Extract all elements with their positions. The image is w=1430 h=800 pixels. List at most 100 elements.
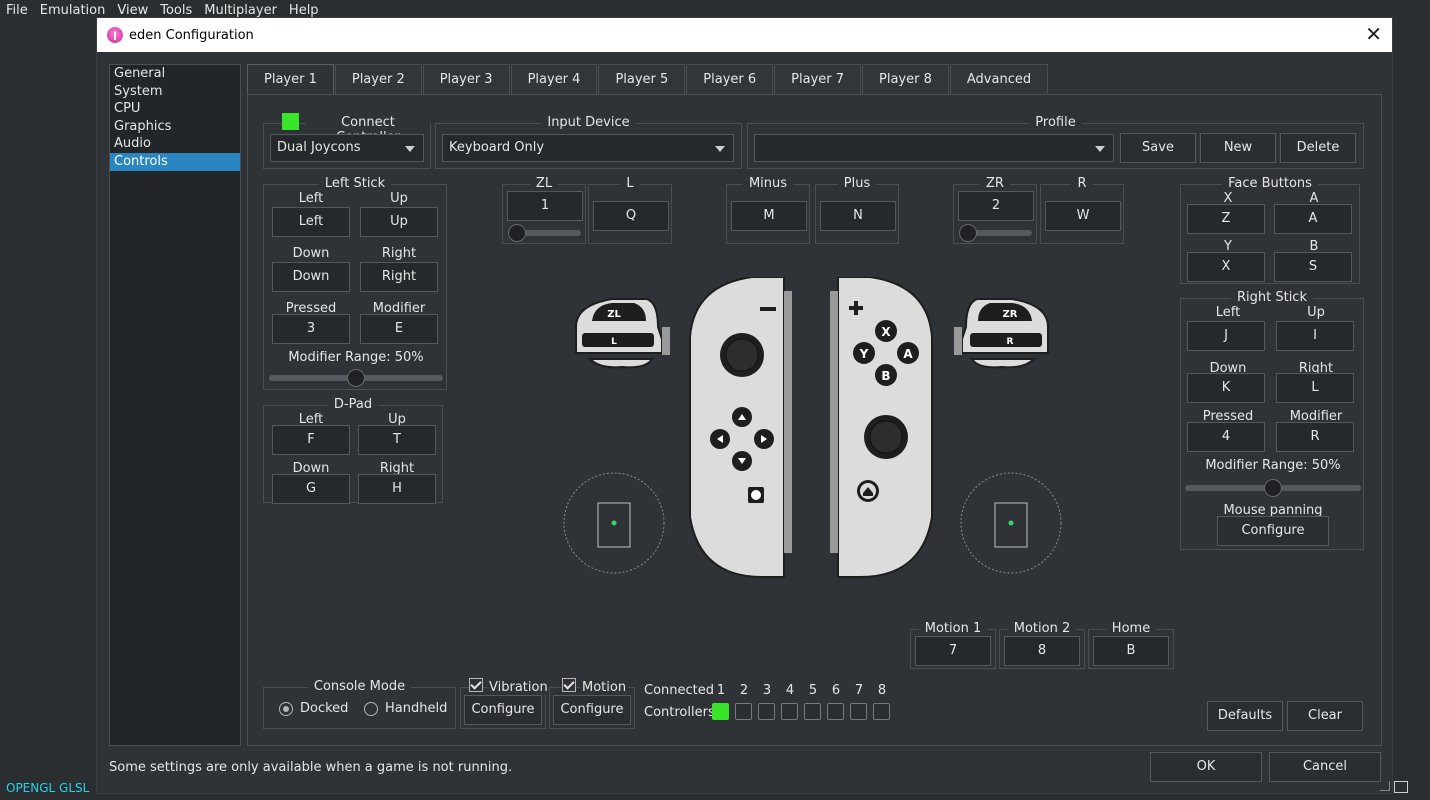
motion1-key[interactable]: 7 xyxy=(915,636,991,666)
zr-threshold-handle[interactable] xyxy=(959,224,977,242)
controller-led-2[interactable] xyxy=(735,703,752,720)
rs-up-key[interactable]: I xyxy=(1276,321,1354,351)
tab-advanced[interactable]: Advanced xyxy=(949,64,1049,94)
controller-led-3[interactable] xyxy=(758,703,775,720)
docked-label: Docked xyxy=(300,701,349,716)
joycon-diagram: ZL L ZR R X Y A B xyxy=(563,277,1062,578)
dpad-left-key[interactable]: F xyxy=(272,425,350,455)
vibration-configure-button[interactable]: Configure xyxy=(464,695,542,725)
input-device-select[interactable]: Keyboard Only xyxy=(442,134,734,162)
face-a-key[interactable]: A xyxy=(1274,204,1352,234)
ls-left-key[interactable]: Left xyxy=(272,207,350,237)
rs-down-key[interactable]: K xyxy=(1187,373,1265,403)
ls-down-key[interactable]: Down xyxy=(272,262,350,292)
profile-select[interactable] xyxy=(754,134,1114,162)
handheld-label: Handheld xyxy=(385,701,448,716)
clear-button[interactable]: Clear xyxy=(1287,701,1363,731)
nav-item-audio[interactable]: Audio xyxy=(110,135,240,153)
nav-item-general[interactable]: General xyxy=(110,65,240,83)
tab-player-8[interactable]: Player 8 xyxy=(862,64,949,94)
face-b-key[interactable]: S xyxy=(1274,252,1352,282)
nav-item-graphics[interactable]: Graphics xyxy=(110,118,240,136)
ls-modifier-range-handle[interactable] xyxy=(347,369,365,387)
controller-type-value: Dual Joycons xyxy=(277,140,361,155)
profile-save-button[interactable]: Save xyxy=(1120,133,1196,163)
profile-delete-button[interactable]: Delete xyxy=(1280,133,1356,163)
controller-led-8[interactable] xyxy=(873,703,890,720)
nav-item-cpu[interactable]: CPU xyxy=(110,100,240,118)
zl-key[interactable]: 1 xyxy=(507,191,583,221)
menu-file[interactable]: File xyxy=(0,0,34,22)
r-key[interactable]: W xyxy=(1045,201,1121,231)
left-stick-title: Left Stick xyxy=(318,176,392,191)
left-joycon-diagram xyxy=(689,277,792,578)
ls-modifier-key[interactable]: E xyxy=(360,314,438,344)
dpad-right-key[interactable]: H xyxy=(358,474,436,504)
left-stick-group: Left Stick Left Up Left Up Down Right Do… xyxy=(263,176,447,390)
controller-led-6[interactable] xyxy=(827,703,844,720)
resize-grip[interactable] xyxy=(1380,781,1390,791)
home-key[interactable]: B xyxy=(1093,636,1169,666)
face-buttons-title: Face Buttons xyxy=(1222,176,1318,191)
l-group: L Q xyxy=(588,176,672,244)
motion-checkbox[interactable] xyxy=(562,678,576,692)
face-y-key[interactable]: X xyxy=(1187,252,1265,282)
controller-number-3: 3 xyxy=(762,683,772,698)
ls-up-key[interactable]: Up xyxy=(360,207,438,237)
ls-right-key[interactable]: Right xyxy=(360,262,438,292)
rs-modifier-range-handle[interactable] xyxy=(1264,479,1282,497)
ok-button[interactable]: OK xyxy=(1150,752,1262,782)
plus-key[interactable]: N xyxy=(820,201,896,231)
controller-led-4[interactable] xyxy=(781,703,798,720)
player-tabs: Player 1 Player 2 Player 3 Player 4 Play… xyxy=(247,64,1049,95)
l-key[interactable]: Q xyxy=(593,201,669,231)
connect-controller-indicator[interactable] xyxy=(282,113,299,130)
profile-new-button[interactable]: New xyxy=(1200,133,1276,163)
window-mode-icon[interactable] xyxy=(1394,781,1408,793)
tab-player-2[interactable]: Player 2 xyxy=(334,64,422,94)
face-buttons-group: Face Buttons X A Z A Y B X S xyxy=(1180,176,1360,284)
tab-player-7[interactable]: Player 7 xyxy=(774,64,862,94)
zl-threshold-handle[interactable] xyxy=(508,224,526,242)
rs-pressed-key[interactable]: 4 xyxy=(1187,422,1265,452)
minus-key[interactable]: M xyxy=(731,201,807,231)
cancel-button[interactable]: Cancel xyxy=(1269,752,1381,782)
r-label: R xyxy=(1071,176,1093,191)
zl-diagram-label: ZL xyxy=(607,309,621,320)
vibration-checkbox[interactable] xyxy=(469,678,483,692)
tab-player-5[interactable]: Player 5 xyxy=(598,64,686,94)
motion2-key[interactable]: 8 xyxy=(1004,636,1080,666)
tab-player-6[interactable]: Player 6 xyxy=(686,64,774,94)
handheld-radio[interactable] xyxy=(364,702,378,716)
docked-radio[interactable] xyxy=(279,702,293,716)
mouse-panning-configure-button[interactable]: Configure xyxy=(1217,516,1329,546)
motion-configure-button[interactable]: Configure xyxy=(553,695,631,725)
controller-led-7[interactable] xyxy=(850,703,867,720)
nav-item-controls[interactable]: Controls xyxy=(110,152,240,171)
defaults-button[interactable]: Defaults xyxy=(1207,701,1283,731)
ls-pressed-key[interactable]: 3 xyxy=(272,314,350,344)
tab-player-4[interactable]: Player 4 xyxy=(510,64,598,94)
nav-item-system[interactable]: System xyxy=(110,83,240,101)
face-x-key[interactable]: Z xyxy=(1187,204,1265,234)
tab-player-1[interactable]: Player 1 xyxy=(247,64,334,95)
dpad-title: D-Pad xyxy=(327,397,379,412)
home-label: Home xyxy=(1105,621,1157,636)
close-icon[interactable]: ✕ xyxy=(1365,22,1382,46)
zr-label: ZR xyxy=(980,176,1010,191)
dpad-up-key[interactable]: T xyxy=(358,425,436,455)
motion-option-group: Motion Configure xyxy=(549,678,635,729)
input-device-value: Keyboard Only xyxy=(449,140,545,155)
tab-player-3[interactable]: Player 3 xyxy=(422,64,510,94)
rs-modifier-key[interactable]: R xyxy=(1276,422,1354,452)
zr-key[interactable]: 2 xyxy=(958,191,1034,221)
right-shoulder-diagram: ZR R xyxy=(954,298,1049,369)
rs-left-key[interactable]: J xyxy=(1187,321,1265,351)
controller-number-5: 5 xyxy=(808,683,818,698)
rs-right-key[interactable]: L xyxy=(1276,373,1354,403)
controller-led-1[interactable] xyxy=(712,703,729,720)
controls-panel: Connect Controller Dual Joycons Input De… xyxy=(247,94,1382,746)
controller-type-select[interactable]: Dual Joycons xyxy=(270,134,424,162)
controller-led-5[interactable] xyxy=(804,703,821,720)
dpad-down-key[interactable]: G xyxy=(272,474,350,504)
